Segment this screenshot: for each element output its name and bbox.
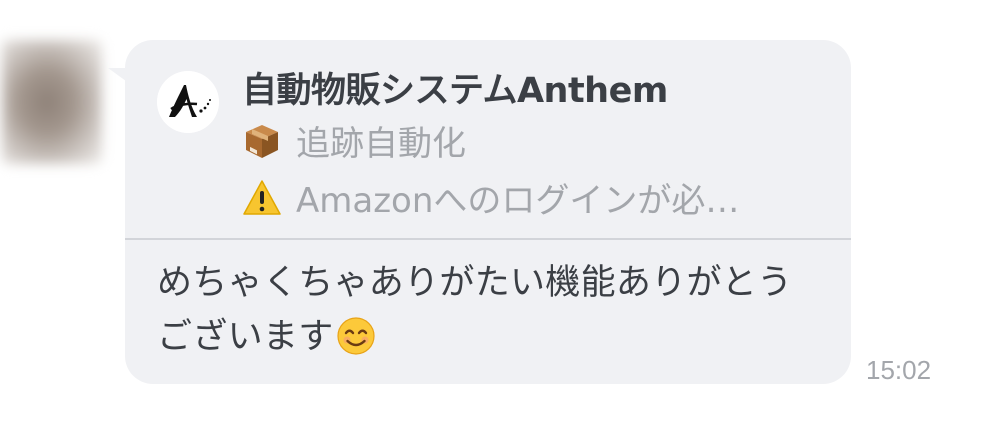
preview-line-warning: Amazonへのログインが必…	[242, 173, 739, 222]
preview-title: 自動物販システムAnthem	[242, 71, 668, 111]
preview-line2-text: Amazonへのログインが必…	[296, 181, 740, 221]
warning-icon	[242, 178, 282, 218]
preview-line-tracking: 追跡自動化	[242, 116, 466, 165]
message-text: めちゃくちゃありがたい機能ありがとうございます	[157, 256, 827, 364]
package-icon	[242, 121, 282, 161]
sender-avatar[interactable]	[2, 40, 102, 164]
preview-line1-text: 追跡自動化	[296, 124, 466, 164]
message-timestamp: 15:02	[866, 355, 932, 385]
message-bubble[interactable]: 自動物販システムAnthem 追跡自動化 Amazonへのログインが必… めちゃ…	[125, 40, 851, 384]
link-preview-card[interactable]: 自動物販システムAnthem 追跡自動化 Amazonへのログインが必…	[125, 40, 851, 238]
smiling-face-icon	[336, 316, 376, 356]
message-body: めちゃくちゃありがたい機能ありがとうございます	[157, 263, 793, 357]
anthem-logo-icon	[157, 71, 219, 133]
preview-divider	[125, 238, 851, 240]
